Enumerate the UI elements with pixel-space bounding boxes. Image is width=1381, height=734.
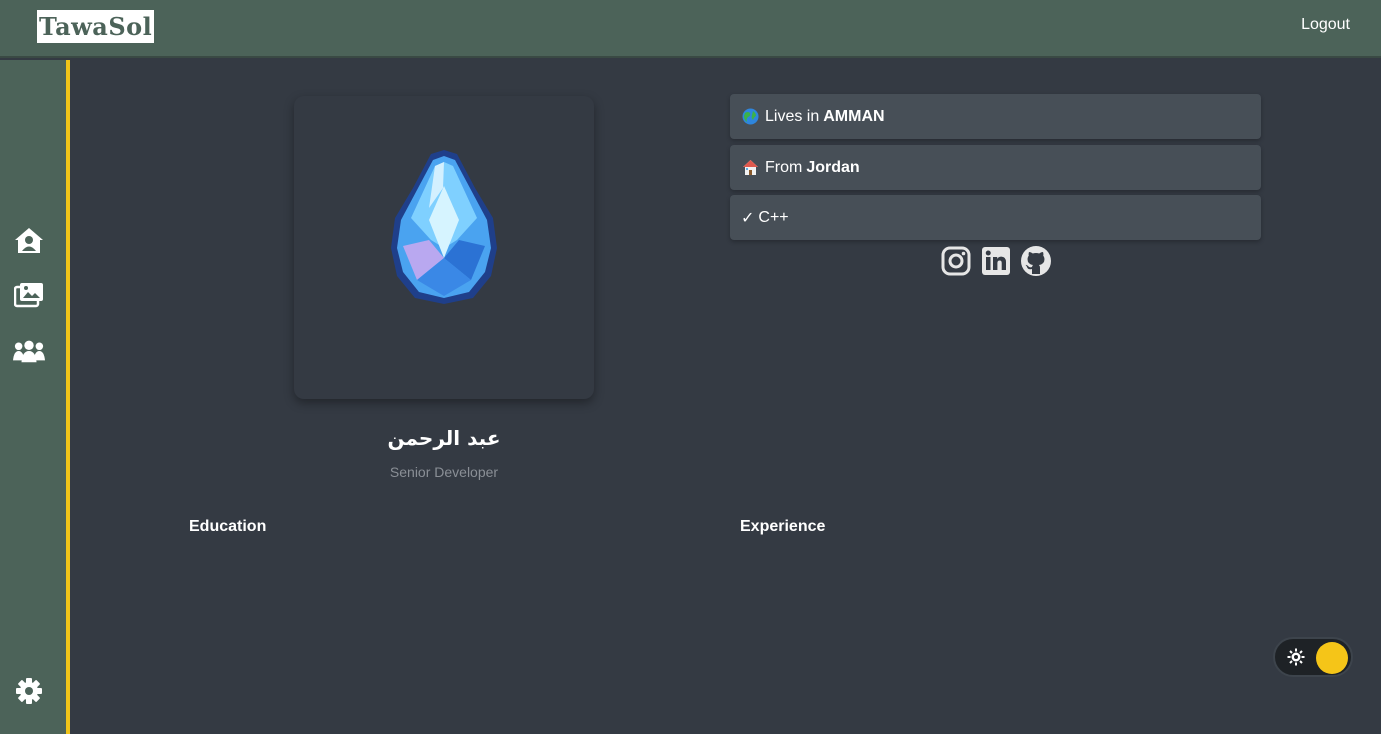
avatar-card [294,96,594,399]
country-prefix: From [765,158,803,176]
checkmark-icon: ✓ [741,208,755,227]
photos-icon[interactable] [13,279,45,311]
toggle-knob [1316,642,1348,674]
profile-job-title: Senior Developer [389,464,499,480]
house-icon [741,159,759,177]
home-user-icon[interactable] [13,225,45,257]
sun-icon [1287,648,1305,666]
app-logo[interactable]: TawaSol [37,10,155,43]
experience-heading: Experience [740,518,826,535]
theme-toggle[interactable] [1273,637,1353,677]
github-icon[interactable] [1020,245,1052,277]
skill-card: ✓ C++ [730,195,1261,240]
country-card: From Jordan [730,145,1261,190]
location-prefix: Lives in [765,107,820,125]
sidebar-accent-border [66,60,70,734]
linkedin-icon[interactable] [980,245,1012,277]
instagram-icon[interactable] [940,245,972,277]
country-value: Jordan [806,158,860,176]
users-group-icon[interactable] [13,335,45,367]
education-heading: Education [189,518,267,535]
sidebar [0,60,66,734]
crystal-icon [387,148,501,306]
location-value: AMMAN [823,107,885,125]
skill-label: C++ [758,208,789,226]
social-links [940,245,1052,279]
top-navbar: TawaSol Logout [0,0,1381,58]
globe-icon [741,108,759,126]
profile-name: عبد الرحمن [387,426,501,450]
gear-icon[interactable] [13,675,45,707]
logout-link[interactable]: Logout [1301,16,1350,34]
location-card: Lives in AMMAN [730,94,1261,139]
